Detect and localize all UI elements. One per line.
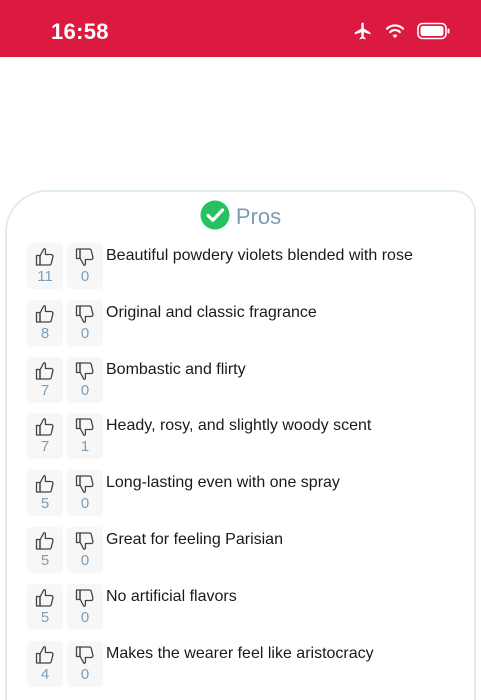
dislike-button[interactable]: 0 [67, 356, 103, 403]
like-button[interactable]: 11 [27, 243, 63, 289]
pros-header: Pros [7, 200, 474, 234]
pros-item: 11 0 Beautiful powdery violets blended w… [7, 240, 474, 297]
like-count: 4 [40, 665, 50, 683]
pros-item: 4 0 Makes the wearer feel like aristocra… [7, 638, 474, 695]
pros-item: 7 0 Bombastic and flirty [7, 354, 474, 411]
dislike-count: 0 [80, 495, 90, 513]
dislike-button[interactable]: 0 [67, 299, 103, 346]
like-button[interactable]: 5 [27, 583, 63, 630]
battery-icon [417, 22, 451, 40]
like-button[interactable]: 8 [27, 299, 63, 346]
pros-item-text: Makes the wearer feel like aristocracy [106, 644, 374, 662]
like-count: 7 [40, 381, 50, 399]
pros-item: 5 0 Long-lasting even with one spray [7, 467, 474, 524]
pros-list: 11 0 Beautiful powdery violets blended w… [7, 240, 474, 694]
like-count: 11 [37, 268, 53, 285]
dislike-button[interactable]: 0 [67, 470, 103, 517]
airplane-icon [353, 21, 373, 41]
status-icons [353, 21, 451, 41]
dislike-count: 0 [80, 608, 90, 626]
like-button[interactable]: 7 [27, 356, 63, 403]
dislike-button[interactable]: 0 [67, 640, 103, 687]
dislike-button[interactable]: 0 [67, 583, 103, 630]
check-circle-icon [200, 200, 230, 235]
dislike-count: 0 [80, 324, 90, 342]
dislike-count: 0 [80, 268, 90, 285]
dislike-count: 0 [80, 381, 90, 399]
pros-item-text: No artificial flavors [106, 587, 237, 605]
pros-item: 8 0 Original and classic fragrance [7, 297, 474, 354]
like-count: 5 [40, 551, 50, 569]
dislike-button[interactable]: 0 [67, 526, 103, 573]
dislike-count: 0 [80, 551, 90, 569]
pros-item-text: Bombastic and flirty [106, 360, 246, 378]
pros-card: Pros 11 0 Beautiful powdery violets blen… [5, 190, 476, 700]
pros-title: Pros [235, 204, 282, 229]
like-count: 7 [40, 438, 50, 456]
pros-item-text: Original and classic fragrance [106, 303, 317, 321]
like-button[interactable]: 4 [27, 640, 63, 687]
dislike-button[interactable]: 1 [67, 413, 103, 460]
like-button[interactable]: 5 [27, 470, 63, 517]
dislike-count: 1 [80, 438, 90, 456]
like-count: 5 [40, 608, 50, 626]
pros-item: 7 1 Heady, rosy, and slightly woody scen… [7, 410, 474, 467]
like-button[interactable]: 7 [27, 413, 63, 460]
status-bar: 16:58 [0, 0, 481, 57]
like-count: 5 [40, 495, 50, 513]
pros-item-text: Heady, rosy, and slightly woody scent [106, 417, 372, 435]
wifi-icon [385, 23, 405, 39]
pros-item: 5 0 Great for feeling Parisian [7, 524, 474, 581]
pros-item-text: Great for feeling Parisian [106, 530, 283, 548]
pros-item: 5 0 No artificial flavors [7, 581, 474, 638]
like-count: 8 [40, 324, 50, 342]
dislike-button[interactable]: 0 [67, 243, 103, 289]
like-button[interactable]: 5 [27, 526, 63, 573]
dislike-count: 0 [80, 665, 90, 683]
status-time: 16:58 [51, 19, 109, 44]
pros-item-text: Beautiful powdery violets blended with r… [106, 247, 413, 264]
pros-item-text: Long-lasting even with one spray [106, 474, 340, 492]
